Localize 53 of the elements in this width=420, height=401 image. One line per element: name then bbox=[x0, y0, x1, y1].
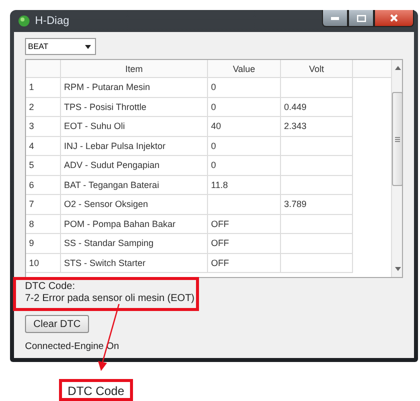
table-cell: TPS - Posisi Throttle bbox=[61, 98, 208, 117]
scroll-down-icon bbox=[394, 267, 400, 271]
table-cell: 0 bbox=[208, 98, 281, 117]
row-number: 7 bbox=[26, 195, 61, 214]
close-button[interactable] bbox=[374, 10, 414, 27]
table-cell: 11.8 bbox=[208, 176, 281, 195]
row-number: 8 bbox=[26, 214, 61, 234]
table-cell: SS - Standar Samping bbox=[61, 234, 208, 254]
column-header[interactable]: Item bbox=[61, 60, 208, 78]
table-cell: BAT - Tegangan Baterai bbox=[61, 176, 208, 195]
minimize-button[interactable] bbox=[322, 10, 348, 27]
table-cell: 3.789 bbox=[281, 195, 353, 214]
row-number: 4 bbox=[26, 136, 61, 156]
model-dropdown[interactable]: BEAT bbox=[25, 38, 96, 55]
app-icon bbox=[18, 15, 30, 27]
table-cell: 0 bbox=[208, 136, 281, 156]
row-number: 5 bbox=[26, 156, 61, 176]
row-number: 3 bbox=[26, 117, 61, 136]
window-title: H-Diag bbox=[35, 15, 70, 27]
table-cell: 40 bbox=[208, 117, 281, 136]
close-icon bbox=[390, 14, 398, 22]
table-cell: OFF bbox=[208, 214, 281, 234]
row-number: 9 bbox=[26, 234, 61, 254]
grip-icon bbox=[395, 136, 400, 142]
minimize-icon bbox=[331, 16, 339, 20]
table-cell: INJ - Lebar Pulsa Injektor bbox=[61, 136, 208, 156]
table-cell: 0 bbox=[208, 156, 281, 176]
table-cell: 0.449 bbox=[281, 98, 353, 117]
row-number: 2 bbox=[26, 98, 61, 117]
table-cell: 0 bbox=[208, 78, 281, 98]
table-cell: O2 - Sensor Oksigen bbox=[61, 195, 208, 214]
clear-dtc-button[interactable]: Clear DTC bbox=[25, 315, 89, 333]
table-cell: OFF bbox=[208, 234, 281, 254]
table-cell: EOT - Suhu Oli bbox=[61, 117, 208, 136]
table-cell: ADV - Sudut Pengapian bbox=[61, 156, 208, 176]
table-cell: POM - Pompa Bahan Bakar bbox=[61, 214, 208, 234]
dtc-message: 7-2 Error pada sensor oli mesin (EOT) bbox=[25, 293, 196, 305]
table-cell: 2.343 bbox=[281, 117, 353, 136]
annotation-label: DTC Code bbox=[59, 379, 133, 401]
maximize-icon bbox=[356, 14, 366, 22]
row-number: 10 bbox=[26, 254, 61, 273]
caret-icon bbox=[85, 44, 91, 48]
column-header[interactable]: Volt bbox=[281, 60, 353, 78]
scrollbar[interactable] bbox=[391, 60, 402, 277]
dtc-label: DTC Code: bbox=[25, 281, 76, 293]
scroll-up-icon bbox=[394, 66, 400, 70]
row-number: 6 bbox=[26, 176, 61, 195]
table-cell: RPM - Putaran Mesin bbox=[61, 78, 208, 98]
column-header[interactable]: Value bbox=[208, 60, 281, 78]
row-number: 1 bbox=[26, 78, 61, 98]
table-cell: STS - Switch Starter bbox=[61, 254, 208, 273]
table-cell: OFF bbox=[208, 254, 281, 273]
maximize-button[interactable] bbox=[348, 10, 374, 27]
